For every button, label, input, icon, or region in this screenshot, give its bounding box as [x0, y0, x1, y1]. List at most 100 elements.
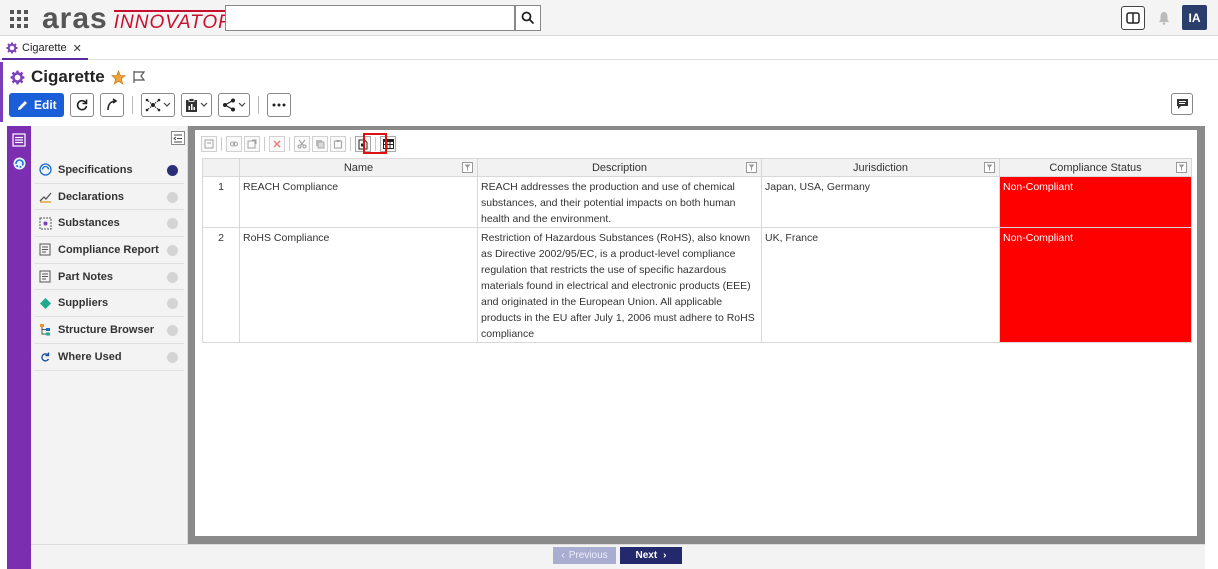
notifications-button[interactable]	[1152, 6, 1176, 30]
favorite-star-icon[interactable]	[110, 69, 126, 85]
user-avatar[interactable]: IA	[1182, 5, 1207, 30]
previous-button[interactable]: ‹ Previous	[553, 547, 616, 564]
status-indicator	[167, 191, 178, 203]
grid-toolbar-divider	[350, 137, 351, 151]
sidebar-item-declarations[interactable]: Declarations	[34, 184, 184, 211]
column-header-compliance-status[interactable]: Compliance Status	[999, 158, 1192, 177]
layout-toggle-button[interactable]	[1121, 6, 1145, 30]
status-indicator	[167, 271, 178, 283]
sidebar-item-label: Substances	[58, 217, 120, 230]
highlight-box	[363, 133, 387, 154]
open-icon	[247, 139, 257, 149]
sidebar-item-part-notes[interactable]: Part Notes	[34, 264, 184, 291]
search-button[interactable]	[515, 5, 541, 31]
sidebar-item-substances[interactable]: Substances	[34, 210, 184, 238]
comment-icon	[1176, 99, 1188, 109]
form-view-icon[interactable]	[10, 131, 28, 149]
table-row[interactable]: 2 RoHS Compliance Restriction of Hazardo…	[202, 227, 1192, 343]
copy-button[interactable]	[312, 136, 328, 152]
sidebar-item-label: Where Used	[58, 350, 122, 363]
search-input[interactable]	[225, 5, 515, 31]
sidebar-item-label: Compliance Report	[58, 243, 159, 256]
share-menu-button[interactable]	[217, 93, 250, 117]
status-indicator	[167, 245, 178, 257]
row-number: 1	[202, 176, 240, 228]
scissors-icon	[297, 139, 307, 149]
flag-icon[interactable]	[132, 70, 146, 84]
cell-jurisdiction[interactable]: UK, France	[761, 227, 1000, 343]
item-accent-bar	[0, 62, 3, 122]
column-header-label: Jurisdiction	[852, 161, 909, 174]
aras-logo[interactable]: aras INNOVATOR	[42, 2, 233, 34]
filter-icon[interactable]	[1176, 162, 1187, 173]
column-header-description[interactable]: Description	[477, 158, 762, 177]
where-used-icon	[38, 350, 52, 364]
sidebar-item-suppliers[interactable]: Suppliers	[34, 290, 184, 318]
tab-cigarette[interactable]: Cigarette ✕	[2, 38, 88, 60]
sidebar-item-specifications[interactable]: Specifications	[34, 157, 184, 184]
sidebar-nav: Specifications Declarations Substances C…	[34, 157, 184, 371]
cell-name[interactable]: RoHS Compliance	[239, 227, 478, 343]
cell-name[interactable]: REACH Compliance	[239, 176, 478, 228]
status-indicator	[167, 218, 178, 230]
delete-row-button[interactable]	[269, 136, 285, 152]
next-button[interactable]: Next ›	[620, 547, 682, 564]
column-header-jurisdiction[interactable]: Jurisdiction	[761, 158, 1000, 177]
sidebar-item-label: Structure Browser	[58, 323, 154, 336]
grid-toolbar-divider	[264, 137, 265, 151]
filter-icon[interactable]	[462, 162, 473, 173]
edit-label: Edit	[34, 98, 57, 112]
table-header-row: Name Description Jurisdiction Compliance…	[202, 158, 1192, 177]
pick-related-button[interactable]	[226, 136, 242, 152]
toolbar-divider	[257, 96, 259, 114]
column-header-label: Compliance Status	[1049, 161, 1142, 174]
cell-compliance-status[interactable]: Non-Compliant	[999, 227, 1192, 343]
column-header-name[interactable]: Name	[239, 158, 478, 177]
top-bar: aras INNOVATOR IA	[0, 0, 1218, 36]
sidebar-item-label: Specifications	[58, 163, 133, 176]
reports-menu-button[interactable]	[180, 93, 212, 117]
refresh-button[interactable]	[69, 93, 94, 117]
more-actions-button[interactable]	[266, 93, 291, 117]
filter-icon[interactable]	[746, 162, 757, 173]
report-icon	[38, 243, 52, 257]
collapse-sidebar-button[interactable]	[171, 131, 185, 145]
relationships-sidebar: Specifications Declarations Substances C…	[31, 126, 188, 544]
cell-jurisdiction[interactable]: Japan, USA, Germany	[761, 176, 1000, 228]
cell-compliance-status[interactable]: Non-Compliant	[999, 176, 1192, 228]
app-launcher-icon[interactable]	[10, 10, 28, 28]
new-row-button[interactable]	[201, 136, 217, 152]
edit-button[interactable]: Edit	[9, 93, 64, 117]
sidebar-item-where-used[interactable]: Where Used	[34, 344, 184, 371]
cut-button[interactable]	[294, 136, 310, 152]
sidebar-item-compliance-report[interactable]: Compliance Report	[34, 237, 184, 264]
cell-description[interactable]: REACH addresses the production and use o…	[477, 176, 762, 228]
cell-description[interactable]: Restriction of Hazardous Substances (RoH…	[477, 227, 762, 343]
tab-strip: Cigarette ✕	[0, 36, 1218, 60]
substances-icon	[38, 216, 52, 230]
bell-icon	[1159, 12, 1169, 25]
close-icon[interactable]: ✕	[73, 42, 82, 55]
paste-button[interactable]	[330, 136, 346, 152]
item-toolbar: Edit	[9, 93, 291, 117]
table-row[interactable]: 1 REACH Compliance REACH addresses the p…	[202, 176, 1192, 228]
discussion-button[interactable]	[1171, 93, 1193, 115]
sidebar-item-structure-browser[interactable]: Structure Browser	[34, 317, 184, 344]
pencil-icon	[18, 100, 27, 110]
relationships-view-icon[interactable]	[10, 154, 28, 172]
structure-icon	[38, 323, 52, 337]
split-view-icon	[1126, 12, 1140, 24]
chevron-down-icon	[163, 102, 171, 107]
search-icon	[521, 11, 535, 25]
structure-menu-button[interactable]	[140, 93, 175, 117]
item-header: Cigarette	[10, 66, 146, 88]
collapse-icon	[173, 134, 182, 142]
active-indicator	[167, 165, 178, 176]
chevron-right-icon: ›	[663, 550, 667, 561]
filter-icon[interactable]	[984, 162, 995, 173]
toolbar-divider	[131, 96, 133, 114]
structure-nodes-icon	[145, 98, 160, 112]
paste-icon	[334, 140, 342, 149]
version-button[interactable]	[99, 93, 124, 117]
open-item-button[interactable]	[244, 136, 260, 152]
